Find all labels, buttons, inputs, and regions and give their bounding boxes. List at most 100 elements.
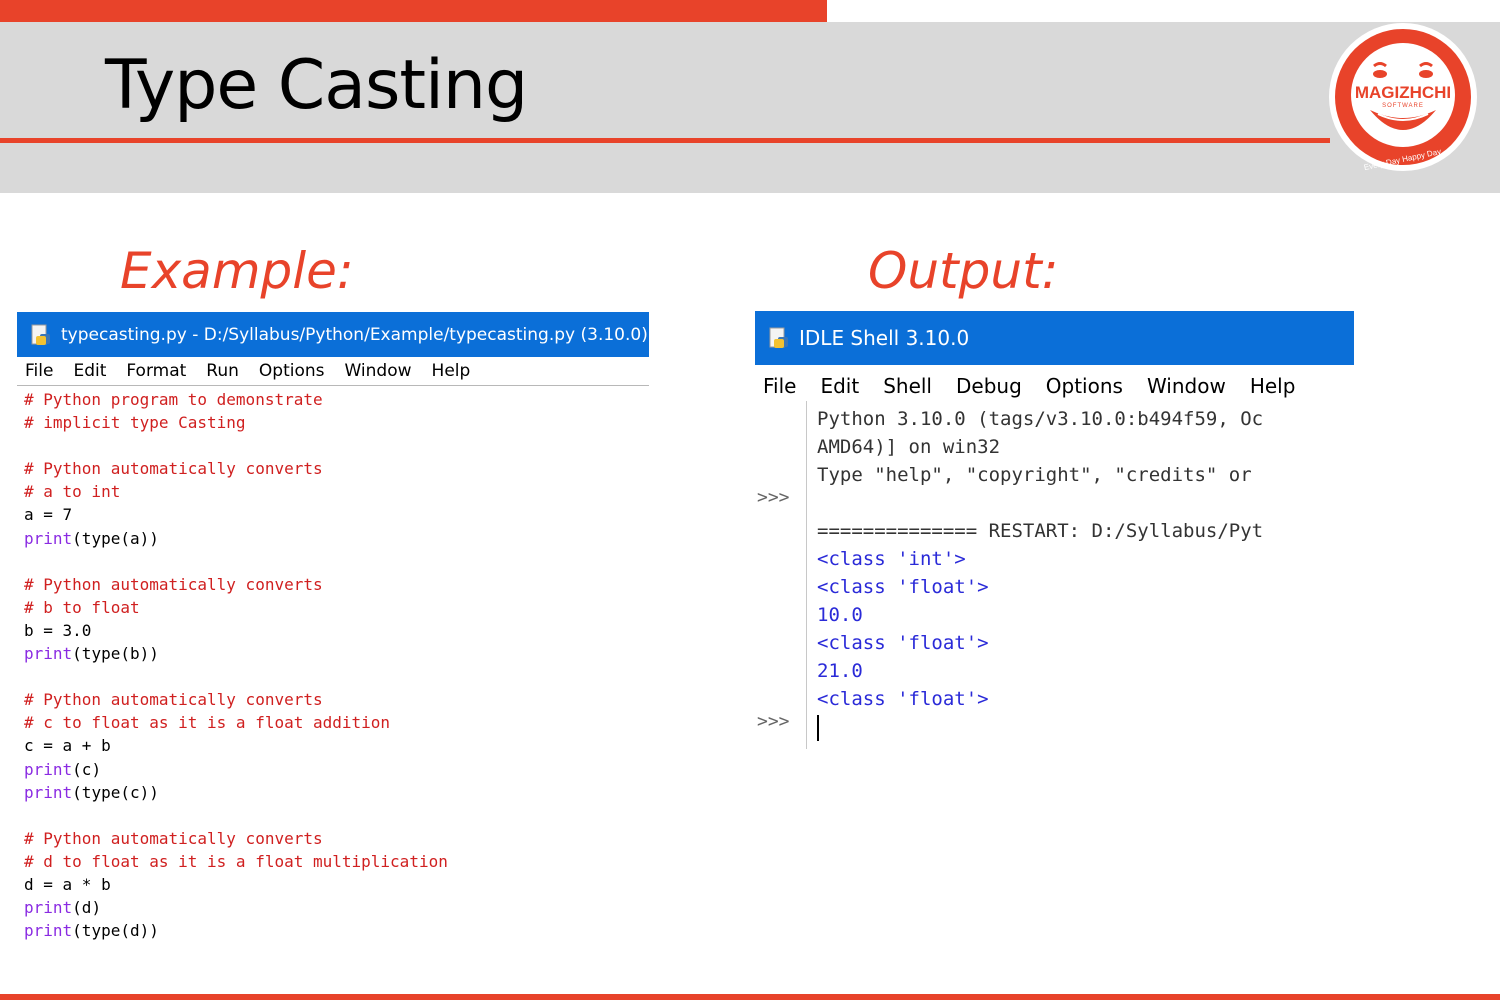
shell-body[interactable]: >>> >>> Python 3.10.0 (tags/v3.10.0:b494… bbox=[755, 401, 1354, 751]
editor-window: typecasting.py - D:/Syllabus/Python/Exam… bbox=[17, 312, 649, 952]
menu-item-run[interactable]: Run bbox=[206, 361, 239, 381]
code-comment: # b to float bbox=[24, 597, 140, 617]
example-label: Example: bbox=[120, 242, 354, 300]
menu-item-options[interactable]: Options bbox=[1046, 374, 1123, 398]
shell-cursor-line[interactable] bbox=[817, 713, 1263, 741]
shell-text-line: Python 3.10.0 (tags/v3.10.0:b494f59, Oc bbox=[817, 408, 1264, 430]
text-cursor bbox=[817, 714, 819, 741]
shell-title: IDLE Shell 3.10.0 bbox=[799, 326, 970, 350]
shell-line: 21.0 bbox=[817, 657, 1263, 685]
code-line: print(c) bbox=[24, 758, 649, 781]
shell-result: <class 'float'> bbox=[817, 632, 989, 654]
code-builtin: print bbox=[24, 921, 73, 941]
menu-item-options[interactable]: Options bbox=[259, 361, 325, 381]
editor-code-area[interactable]: # Python program to demonstrate # implici… bbox=[17, 386, 649, 942]
menu-item-help[interactable]: Help bbox=[1250, 374, 1296, 398]
code-line: # Python automatically converts bbox=[24, 457, 649, 480]
code-text: c = a + b bbox=[24, 736, 111, 756]
code-text: a = 7 bbox=[24, 505, 73, 525]
shell-titlebar[interactable]: IDLE Shell 3.10.0 bbox=[755, 311, 1354, 365]
shell-window: IDLE Shell 3.10.0 File Edit Shell Debug Opti… bbox=[755, 311, 1354, 751]
output-label: Output: bbox=[868, 242, 1059, 300]
code-comment: # Python program to demonstrate bbox=[24, 390, 323, 409]
code-text: b = 3.0 bbox=[24, 620, 92, 640]
shell-line: <class 'float'> bbox=[817, 685, 1263, 713]
shell-text-line: AMD64)] on win32 bbox=[817, 436, 1001, 458]
shell-output: Python 3.10.0 (tags/v3.10.0:b494f59, Oc A… bbox=[817, 405, 1263, 741]
shell-result: <class 'float'> bbox=[817, 576, 989, 598]
menu-item-window[interactable]: Window bbox=[1147, 374, 1226, 398]
shell-text-line: ============== RESTART: D:/Syllabus/Pyt bbox=[817, 520, 1264, 542]
magizhchi-logo: MAGIZHCHI SOFTWARE Every Day Happy Day bbox=[1329, 23, 1477, 172]
shell-line: Python 3.10.0 (tags/v3.10.0:b494f59, Oc bbox=[817, 405, 1263, 433]
idle-file-icon bbox=[31, 324, 50, 345]
shell-result: <class 'int'> bbox=[817, 548, 966, 570]
menu-item-debug[interactable]: Debug bbox=[956, 374, 1022, 398]
code-line: a = 7 bbox=[24, 503, 649, 526]
shell-line: <class 'float'> bbox=[817, 573, 1263, 601]
code-comment: # Python automatically converts bbox=[24, 574, 323, 594]
code-args: (d) bbox=[72, 898, 102, 918]
shell-prompt-gutter: >>> >>> bbox=[755, 401, 807, 749]
code-line: print(d) bbox=[24, 896, 649, 919]
shell-line: <class 'int'> bbox=[817, 545, 1263, 573]
menu-item-window[interactable]: Window bbox=[345, 361, 412, 381]
code-builtin: print bbox=[24, 782, 73, 802]
idle-shell-icon bbox=[769, 327, 788, 348]
code-line: print(type(a)) bbox=[24, 527, 649, 550]
logo-sub: SOFTWARE bbox=[1382, 103, 1424, 109]
code-comment: # Python automatically converts bbox=[24, 828, 323, 848]
bottom-accent-bar bbox=[0, 994, 1500, 1000]
shell-text-line: Type "help", "copyright", "credits" or bbox=[817, 464, 1252, 486]
shell-result: <class 'float'> bbox=[817, 688, 989, 710]
shell-line: <class 'float'> bbox=[817, 629, 1263, 657]
code-builtin: print bbox=[24, 528, 73, 548]
code-line: # c to float as it is a float addition bbox=[24, 711, 649, 734]
code-comment: # Python automatically converts bbox=[24, 459, 323, 479]
code-args: (type(a)) bbox=[72, 528, 159, 548]
shell-line: ============== RESTART: D:/Syllabus/Pyt bbox=[817, 517, 1263, 545]
menu-item-edit[interactable]: Edit bbox=[73, 361, 106, 381]
code-builtin: print bbox=[24, 898, 73, 918]
code-line: print(type(b)) bbox=[24, 642, 649, 665]
menu-item-help[interactable]: Help bbox=[432, 361, 471, 381]
logo-brand: MAGIZHCHI bbox=[1355, 83, 1451, 102]
code-builtin: print bbox=[24, 759, 73, 779]
shell-menubar: File Edit Shell Debug Options Window Help bbox=[755, 369, 1354, 403]
menu-item-format[interactable]: Format bbox=[126, 361, 186, 381]
editor-title: typecasting.py - D:/Syllabus/Python/Exam… bbox=[61, 324, 648, 345]
code-comment: # a to int bbox=[24, 482, 121, 502]
menu-item-file[interactable]: File bbox=[763, 374, 796, 398]
code-args: (type(c)) bbox=[72, 782, 159, 802]
editor-menubar: File Edit Format Run Options Window Help bbox=[17, 357, 649, 386]
slide-title: Type Casting bbox=[105, 46, 528, 125]
top-accent-bar bbox=[0, 0, 827, 22]
code-line: d = a * b bbox=[24, 873, 649, 896]
code-builtin: print bbox=[24, 644, 73, 664]
code-line: # Python automatically converts bbox=[24, 573, 649, 596]
shell-line: 10.0 bbox=[817, 601, 1263, 629]
code-comment: # Python automatically converts bbox=[24, 690, 323, 710]
code-line: # a to int bbox=[24, 480, 649, 503]
code-line: # implicit type Casting bbox=[24, 411, 649, 434]
code-line: # b to float bbox=[24, 596, 649, 619]
code-args: (type(d)) bbox=[72, 921, 159, 941]
code-line: c = a + b bbox=[24, 734, 649, 757]
menu-item-edit[interactable]: Edit bbox=[820, 374, 859, 398]
menu-item-file[interactable]: File bbox=[25, 361, 53, 381]
code-line: # Python program to demonstrate bbox=[24, 388, 649, 411]
code-comment: # d to float as it is a float multiplica… bbox=[24, 851, 448, 871]
menu-item-shell[interactable]: Shell bbox=[883, 374, 932, 398]
editor-titlebar[interactable]: typecasting.py - D:/Syllabus/Python/Exam… bbox=[17, 312, 649, 357]
code-args: (c) bbox=[72, 759, 102, 779]
code-line: # Python automatically converts bbox=[24, 688, 649, 711]
code-comment: # c to float as it is a float addition bbox=[24, 713, 391, 733]
code-args: (type(b)) bbox=[72, 644, 159, 664]
shell-line: AMD64)] on win32 bbox=[817, 433, 1263, 461]
title-underline bbox=[0, 138, 1330, 143]
